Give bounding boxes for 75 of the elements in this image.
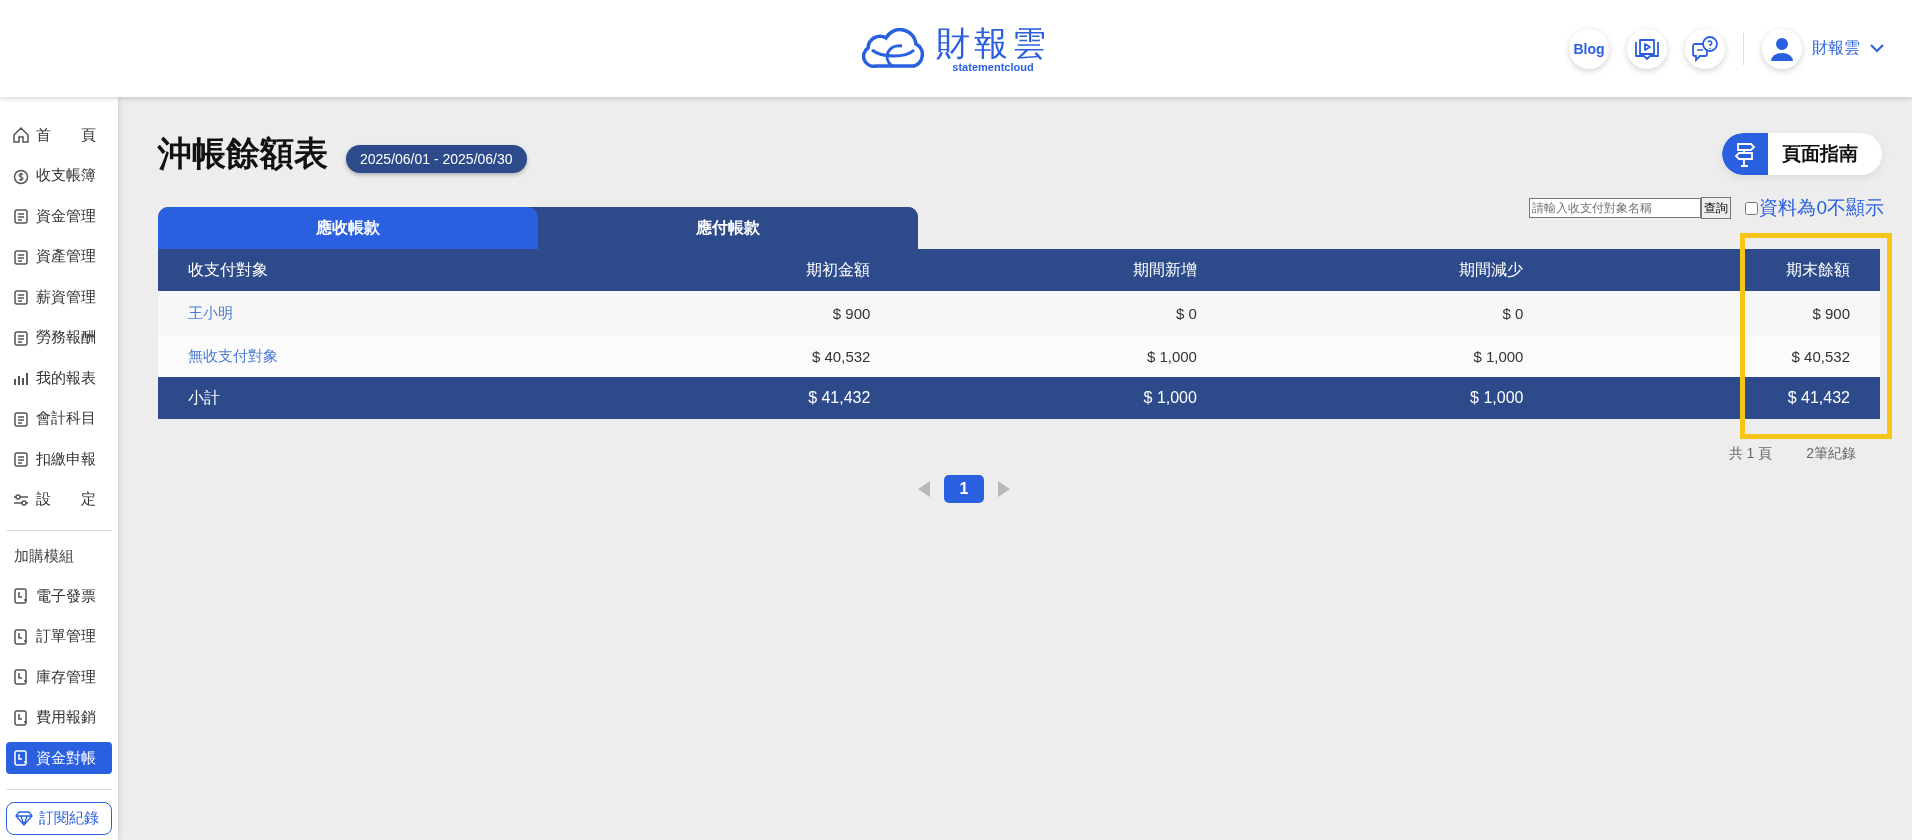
checkbox-label: 資料為0不顯示 bbox=[1759, 196, 1884, 220]
column-header: 期間新增 bbox=[900, 249, 1227, 291]
counterparty-link[interactable]: 無收支付對象 bbox=[188, 346, 278, 364]
sidebar-item[interactable]: 薪資管理 bbox=[6, 281, 112, 313]
counterparty-link[interactable]: 王小明 bbox=[188, 303, 233, 321]
chevron-down-icon bbox=[1870, 44, 1884, 53]
subtotal-cell: $ 1,000 bbox=[900, 377, 1227, 419]
sidebar-item[interactable]: 收支帳簿 bbox=[6, 159, 112, 192]
module-icon bbox=[12, 749, 30, 767]
page-guide-button[interactable]: 頁面指南 bbox=[1722, 133, 1882, 175]
sidebar-item[interactable]: 我的報表 bbox=[6, 362, 112, 394]
module-icon bbox=[12, 708, 30, 727]
table-cell: $ 1,000 bbox=[900, 335, 1227, 377]
table-cell: $ 900 bbox=[1553, 291, 1880, 335]
page-title: 沖帳餘額表 bbox=[158, 133, 328, 174]
user-menu[interactable]: 財報雲 bbox=[1812, 38, 1884, 59]
sidebar-item[interactable]: 資金對帳 bbox=[6, 742, 112, 774]
menu-item-icon bbox=[12, 126, 30, 144]
triangle-left-icon bbox=[918, 481, 930, 497]
sidebar-item[interactable]: 設 定 bbox=[6, 483, 112, 516]
blog-button[interactable]: Blog bbox=[1569, 28, 1609, 69]
triangle-right-icon bbox=[998, 481, 1010, 497]
sidebar-item[interactable]: 首 頁 bbox=[6, 119, 112, 151]
table-cell: $ 40,532 bbox=[573, 335, 901, 377]
table-cell: $ 40,532 bbox=[1553, 335, 1880, 377]
column-header: 收支付對象 bbox=[158, 249, 574, 291]
table-cell: $ 900 bbox=[573, 291, 901, 335]
subtotal-cell: $ 41,432 bbox=[573, 377, 901, 419]
menu-item-icon bbox=[12, 207, 30, 225]
menu-item-icon bbox=[12, 409, 30, 428]
record-count: 2筆紀錄 bbox=[1806, 445, 1856, 463]
sidebar-item[interactable]: 勞務報酬 bbox=[6, 321, 112, 354]
diamond-icon bbox=[15, 810, 33, 826]
search-button[interactable]: 查詢 bbox=[1701, 197, 1732, 219]
sidebar-item[interactable]: 資金管理 bbox=[6, 200, 112, 232]
help-chat-button[interactable] bbox=[1685, 28, 1725, 69]
page-button[interactable]: 1 bbox=[944, 475, 984, 503]
subscription-button[interactable]: 訂閱紀錄 bbox=[6, 801, 112, 835]
sidebar-item[interactable]: 費用報銷 bbox=[6, 701, 112, 734]
table-cell: $ 1,000 bbox=[1226, 335, 1554, 377]
module-icon bbox=[12, 587, 30, 605]
subtotal-cell: $ 1,000 bbox=[1226, 377, 1554, 419]
subtotal-cell: $ 41,432 bbox=[1553, 377, 1880, 419]
tab[interactable]: 應收帳款 bbox=[158, 207, 538, 249]
logo-text: 財報雲 bbox=[936, 24, 1050, 61]
subtotal-cell: 小計 bbox=[158, 377, 574, 419]
column-header: 期間減少 bbox=[1226, 249, 1554, 291]
column-header: 期初金額 bbox=[573, 249, 901, 291]
checkbox[interactable] bbox=[1745, 201, 1759, 215]
menu-item-icon bbox=[12, 247, 30, 266]
module-icon bbox=[12, 627, 30, 646]
table-cell: $ 0 bbox=[1226, 291, 1554, 335]
date-range-badge: 2025/06/01 - 2025/06/30 bbox=[346, 145, 527, 173]
menu-item-icon bbox=[12, 288, 30, 306]
sidebar-item[interactable]: 會計科目 bbox=[6, 402, 112, 435]
section-heading: 加購模組 bbox=[13, 546, 75, 566]
search-field[interactable]: 請輸入收支付對象名稱 bbox=[1529, 198, 1702, 218]
avatar-button[interactable] bbox=[1762, 28, 1802, 69]
tutorial-button[interactable] bbox=[1627, 28, 1667, 69]
column-header: 期末餘額 bbox=[1553, 249, 1880, 291]
user-icon bbox=[1769, 35, 1795, 62]
signpost-icon bbox=[1734, 141, 1756, 167]
book-play-icon bbox=[1634, 37, 1660, 60]
sidebar-item[interactable]: 訂單管理 bbox=[6, 620, 112, 653]
sidebar-item[interactable]: 資產管理 bbox=[6, 240, 112, 273]
menu-item-icon bbox=[12, 450, 30, 468]
logo-subtext: statementcloud bbox=[952, 60, 1034, 73]
sidebar-item[interactable]: 扣繳申報 bbox=[6, 443, 112, 475]
module-icon bbox=[12, 668, 30, 686]
sidebar-item[interactable]: 電子發票 bbox=[6, 580, 112, 612]
sidebar-item[interactable]: 庫存管理 bbox=[6, 661, 112, 693]
table-cell: $ 0 bbox=[900, 291, 1227, 335]
page-count: 共 1 頁 bbox=[1728, 445, 1773, 463]
chat-question-icon bbox=[1691, 35, 1719, 62]
menu-item-icon bbox=[12, 328, 30, 347]
